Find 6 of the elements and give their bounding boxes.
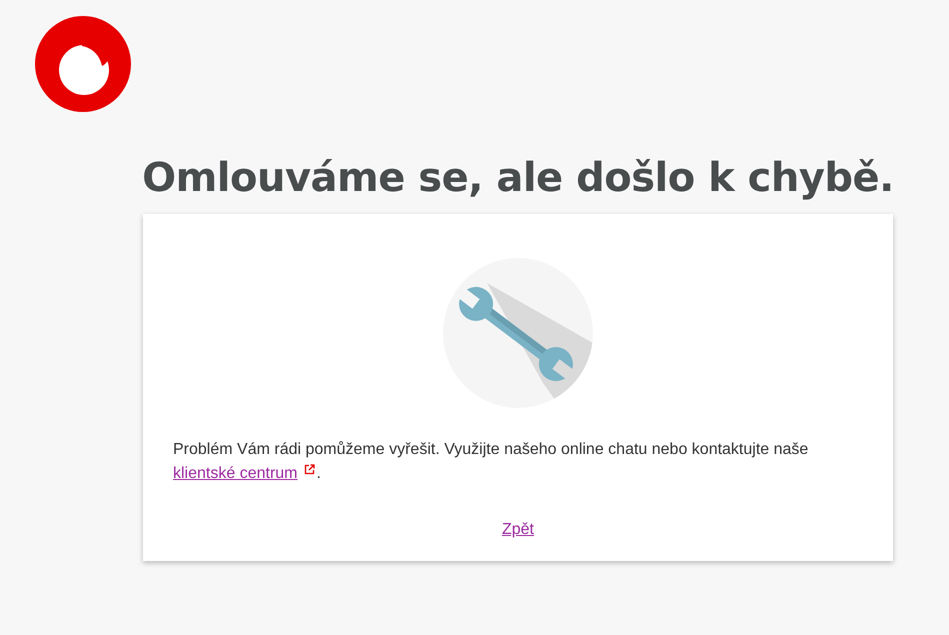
page-title: Omlouváme se, ale došlo k chybě. [141, 154, 895, 202]
back-link[interactable]: Zpět [502, 521, 534, 538]
logo-icon [35, 16, 131, 112]
help-message: Problém Vám rádi pomůžeme vyřešit. Využijte našeho online chatu nebo kontaktujte naše klientské centrum . [173, 440, 810, 484]
external-link-icon [304, 464, 314, 476]
customer-centre-link[interactable]: klientské centrum [173, 465, 298, 482]
